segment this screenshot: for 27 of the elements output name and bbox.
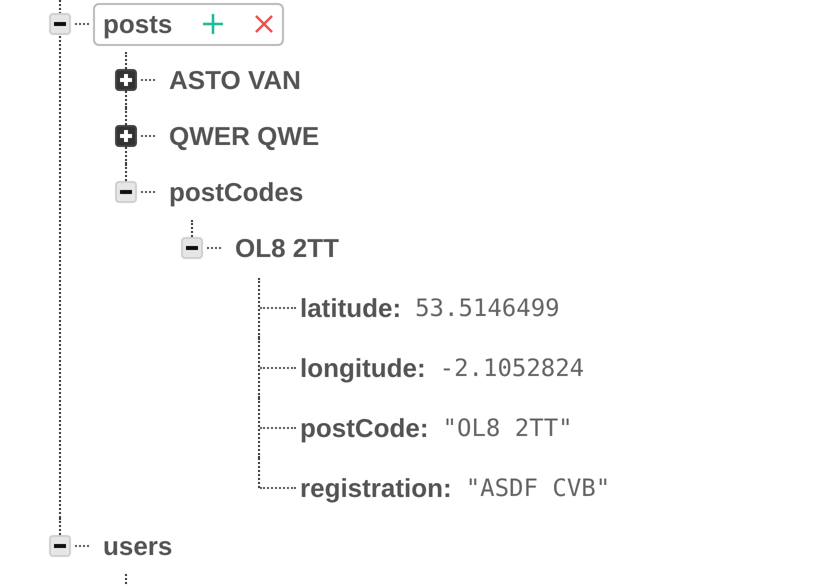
expand-toggle[interactable] bbox=[115, 125, 137, 147]
collapse-toggle[interactable] bbox=[49, 13, 71, 35]
plus-icon bbox=[120, 74, 132, 86]
field-value: -2.1052824 bbox=[440, 354, 584, 382]
collapse-toggle[interactable] bbox=[181, 237, 203, 259]
collapse-toggle[interactable] bbox=[115, 181, 137, 203]
minus-icon bbox=[54, 544, 66, 548]
node-label[interactable]: users bbox=[93, 524, 182, 568]
minus-icon bbox=[120, 190, 132, 194]
expand-toggle[interactable] bbox=[115, 69, 137, 91]
delete-icon[interactable] bbox=[254, 14, 274, 34]
field-value: "ASDF CVB" bbox=[466, 474, 610, 502]
node-label[interactable]: ASTO VAN bbox=[159, 58, 311, 102]
field-key: latitude: bbox=[300, 292, 402, 324]
node-label[interactable]: postCodes bbox=[159, 170, 314, 214]
plus-icon bbox=[120, 130, 132, 142]
field-key: postCode: bbox=[300, 412, 429, 444]
minus-icon bbox=[54, 22, 66, 26]
field-key: longitude: bbox=[300, 352, 426, 384]
collapse-toggle[interactable] bbox=[49, 535, 71, 557]
node-label[interactable]: OL8 2TT bbox=[225, 226, 350, 270]
node-label[interactable]: QWER QWE bbox=[159, 114, 330, 158]
field-value: 53.5146499 bbox=[415, 294, 560, 322]
field-value: "OL8 2TT" bbox=[442, 414, 573, 442]
node-label[interactable]: posts bbox=[93, 2, 284, 46]
minus-icon bbox=[186, 246, 198, 250]
field-key: registration: bbox=[300, 472, 452, 504]
